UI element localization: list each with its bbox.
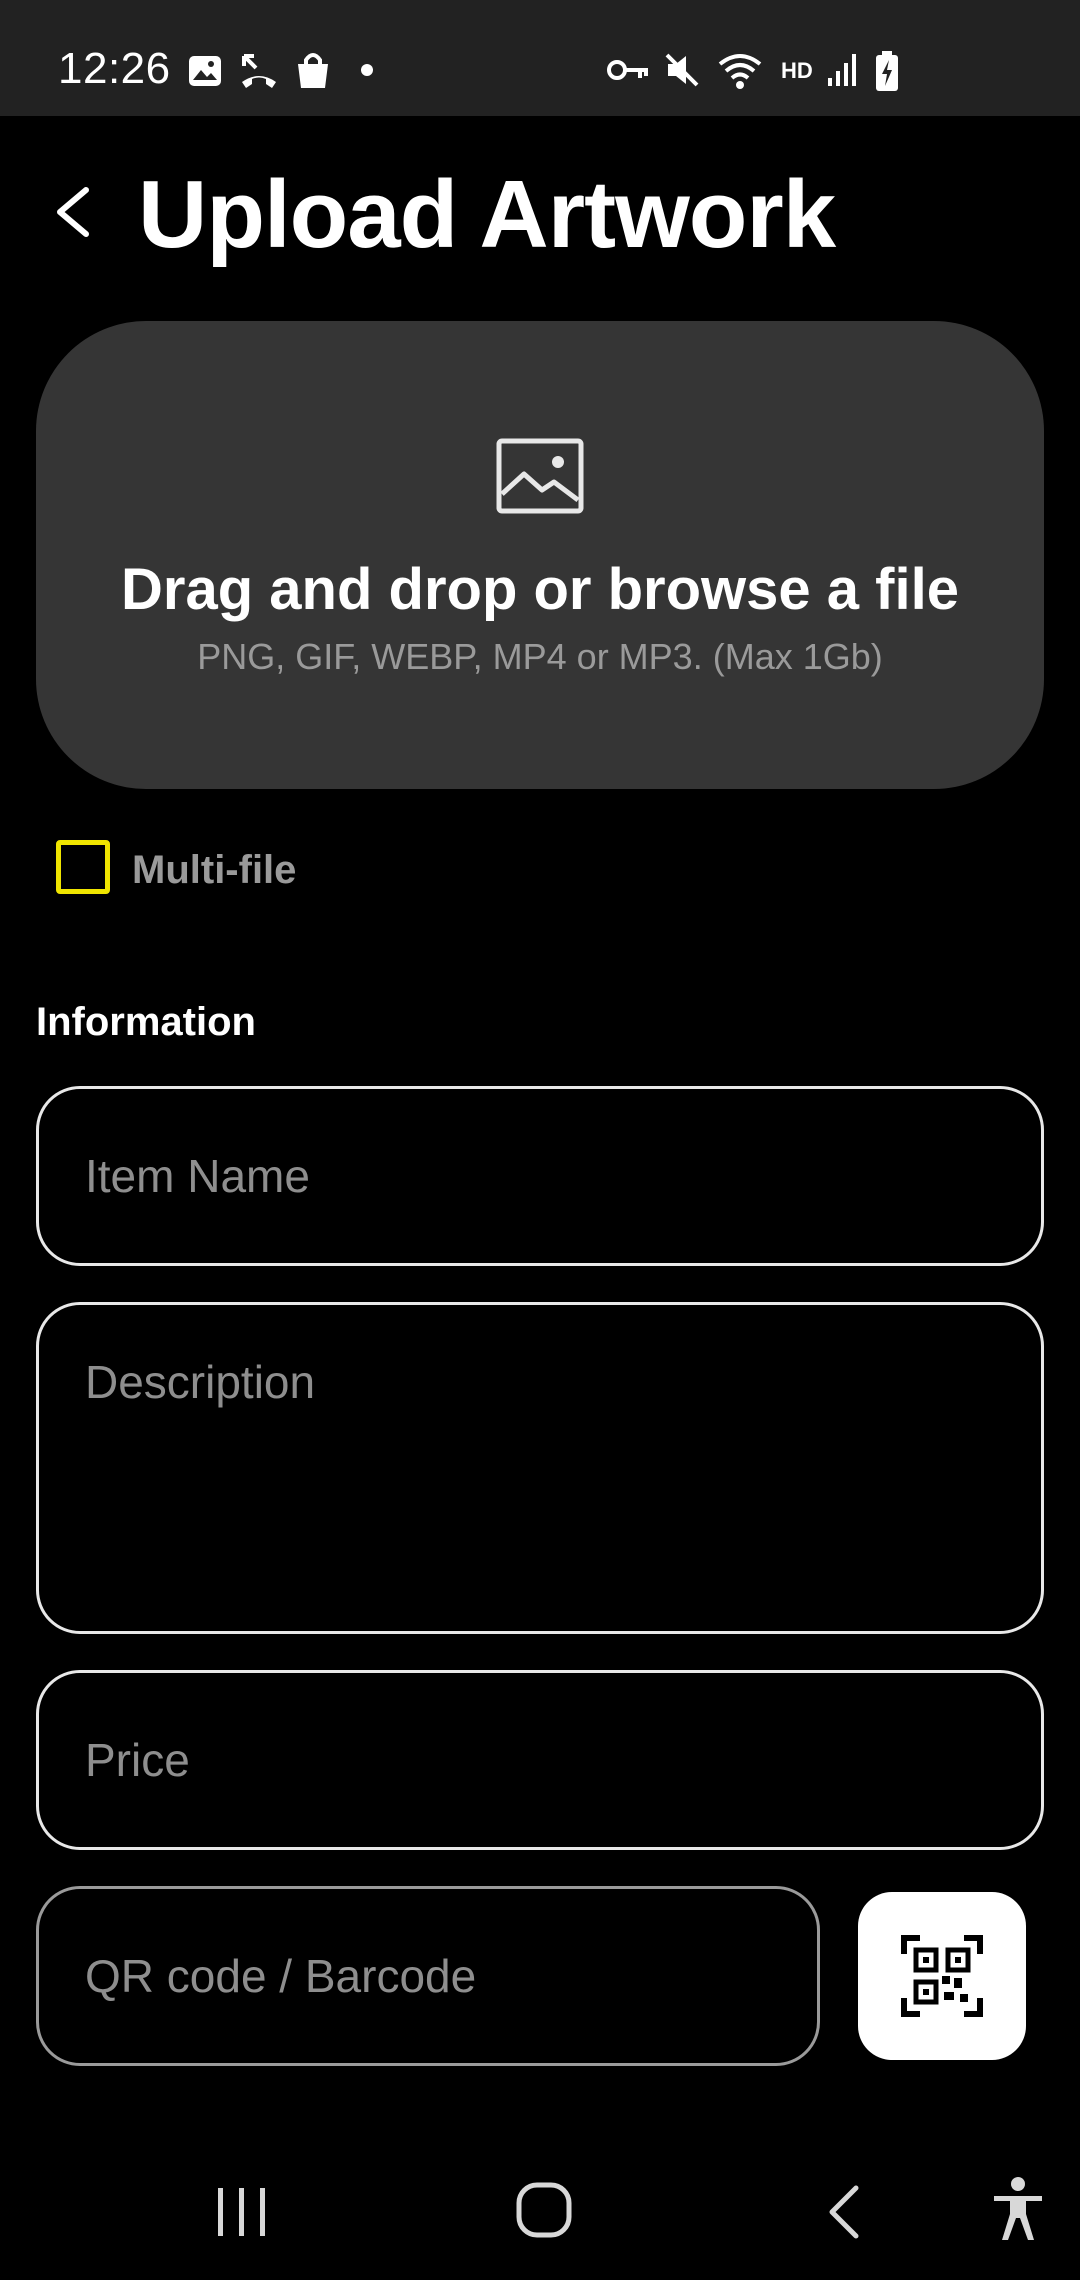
qr-code-field[interactable] xyxy=(36,1886,820,2066)
price-field[interactable] xyxy=(36,1670,1044,1850)
description-field[interactable] xyxy=(36,1302,1044,1634)
notification-dot xyxy=(361,64,373,76)
shopping-bag-icon xyxy=(298,53,328,88)
mute-icon xyxy=(665,53,699,87)
qr-code-input[interactable] xyxy=(39,1889,817,2063)
item-name-input[interactable] xyxy=(39,1089,1041,1263)
back-button[interactable] xyxy=(44,172,104,252)
accessibility-icon[interactable] xyxy=(990,2176,1046,2242)
page-title: Upload Artwork xyxy=(138,161,836,268)
back-icon[interactable] xyxy=(822,2182,868,2242)
upload-subtitle: PNG, GIF, WEBP, MP4 or MP3. (Max 1Gb) xyxy=(197,636,883,677)
description-input[interactable] xyxy=(39,1305,1041,1631)
scan-qr-button[interactable] xyxy=(858,1892,1026,2060)
upload-title: Drag and drop or browse a file xyxy=(121,557,959,622)
status-bar: 12:26 HD xyxy=(0,0,1080,116)
image-icon xyxy=(496,438,584,514)
status-time: 12:26 xyxy=(58,44,171,93)
battery-charging-icon xyxy=(876,51,898,91)
chevron-left-icon xyxy=(57,187,89,237)
image-icon xyxy=(189,56,221,86)
item-name-field[interactable] xyxy=(36,1086,1044,1266)
wifi-icon xyxy=(718,54,762,89)
signal-icon xyxy=(828,54,856,86)
price-input[interactable] xyxy=(39,1673,1041,1847)
network-label: HD xyxy=(781,58,813,83)
missed-call-icon xyxy=(242,54,276,88)
information-heading: Information xyxy=(36,1000,256,1044)
system-nav-bar xyxy=(0,2150,1080,2280)
multi-file-checkbox[interactable] xyxy=(56,840,110,894)
multi-file-label[interactable]: Multi-file xyxy=(132,848,296,893)
recents-icon[interactable] xyxy=(214,2184,270,2240)
file-drop-zone[interactable] xyxy=(36,321,1044,789)
vpn-key-icon xyxy=(607,60,648,80)
qr-scan-icon xyxy=(901,1935,983,2017)
home-icon[interactable] xyxy=(514,2180,574,2240)
